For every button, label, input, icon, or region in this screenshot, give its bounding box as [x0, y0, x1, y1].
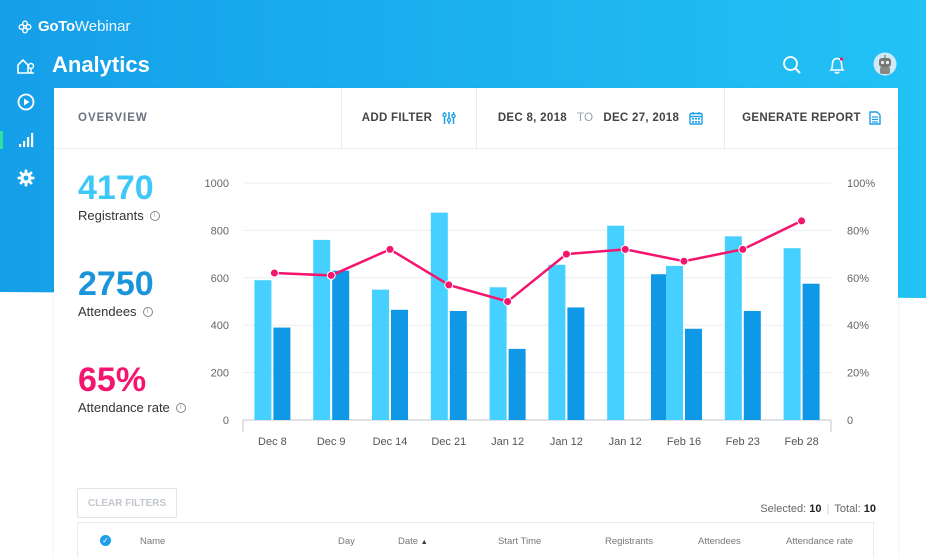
attendees-bar: [802, 283, 820, 420]
attendees-bar: [743, 310, 761, 420]
x-tick-label: Jan 12: [491, 436, 524, 448]
column-header-date-label: Date: [398, 536, 419, 547]
y2-tick-label: 40%: [847, 320, 869, 332]
column-header-registrants[interactable]: Registrants: [605, 536, 653, 547]
brand-name-light: Webinar: [74, 18, 131, 35]
total-count: 10: [863, 503, 876, 515]
y-tick-label: 600: [211, 273, 229, 285]
y-tick-label: 1000: [205, 178, 229, 190]
attendance-rate-point: [385, 244, 395, 254]
registrants-bar: [783, 248, 801, 420]
play-circle-icon: [17, 93, 35, 111]
sidebar-item-webinars[interactable]: [16, 92, 36, 112]
attendance-rate-point: [797, 216, 807, 226]
search-button[interactable]: [781, 54, 803, 76]
search-icon: [783, 56, 801, 74]
analytics-chart: 0 200 400 600 800 1000 0 20% 40% 60% 80% 100% Dec 8 D…: [205, 178, 876, 448]
x-tick-label: Feb 16: [667, 436, 701, 448]
x-tick-label: Dec 9: [317, 436, 346, 448]
registrants-bar: [607, 225, 625, 420]
overview-card: OVERVIEW ADD FILTER DEC 8, 2018 TO DEC 2…: [54, 88, 898, 558]
x-tick-label: Jan 12: [550, 436, 583, 448]
registrants-bar: [430, 212, 448, 420]
registrants-bar: [666, 265, 683, 420]
attendance-rate-point: [561, 249, 571, 259]
attendees-bar: [332, 270, 350, 420]
selected-count: 10: [809, 503, 822, 515]
attendance-rate-point: [503, 297, 513, 306]
home-icon: [17, 58, 35, 74]
attendees-bar: [273, 327, 291, 420]
column-header-name[interactable]: Name: [140, 536, 165, 547]
registrants-bar: [489, 287, 507, 420]
table-header: ✓ Name Day Date ▲ Start Time Registrants…: [77, 522, 874, 558]
sidebar-active-indicator: [0, 131, 3, 149]
avatar-robot-icon: [873, 52, 897, 76]
attendees-bar: [449, 310, 467, 420]
sidebar-item-settings[interactable]: [16, 168, 36, 188]
y2-tick-label: 20%: [847, 368, 869, 380]
attendance-rate-point: [269, 268, 279, 278]
page-title: Analytics: [52, 52, 150, 77]
gear-icon: [17, 169, 35, 187]
bar-signal-icon: [19, 133, 34, 147]
attendees-bar: [651, 274, 668, 420]
attendance-rate-point: [444, 280, 454, 290]
attendees-bar: [508, 348, 526, 420]
sidebar-item-analytics[interactable]: [16, 130, 36, 150]
x-tick-label: Dec 8: [258, 436, 287, 448]
registrants-bar: [548, 264, 566, 420]
brand-name-bold: GoTo: [38, 18, 75, 35]
attendance-rate-point: [679, 256, 689, 266]
selected-label: Selected:: [760, 503, 807, 515]
attendance-rate-line: [274, 219, 803, 303]
registrants-bar: [254, 280, 272, 420]
y2-tick-label: 100%: [847, 178, 875, 190]
brand-logo[interactable]: GoTo Webinar: [18, 18, 130, 35]
attendees-bar: [567, 307, 585, 420]
attendance-rate-point: [326, 270, 336, 280]
column-header-start-time[interactable]: Start Time: [498, 536, 541, 547]
y-tick-label: 400: [211, 320, 229, 332]
y-tick-label: 800: [211, 225, 229, 237]
y-tick-label: 0: [223, 415, 229, 427]
attendees-bar: [685, 328, 702, 420]
registrants-bar: [313, 239, 331, 420]
y2-tick-label: 0: [847, 415, 853, 427]
selection-summary: Selected: 10 | Total: 10: [760, 503, 876, 515]
notifications-button[interactable]: [826, 54, 848, 76]
y2-tick-label: 80%: [847, 225, 869, 237]
select-all-checkbox[interactable]: ✓: [100, 535, 111, 546]
registrants-bar: [372, 289, 389, 420]
x-tick-label: Feb 23: [726, 436, 760, 448]
y-tick-label: 200: [211, 368, 229, 380]
column-header-date[interactable]: Date ▲: [398, 536, 428, 547]
user-avatar[interactable]: [873, 52, 897, 76]
attendance-rate-point: [620, 244, 630, 254]
total-label: Total:: [834, 503, 861, 515]
y2-tick-label: 60%: [847, 273, 869, 285]
x-tick-label: Feb 28: [784, 436, 818, 448]
sort-ascending-icon: ▲: [420, 539, 428, 546]
x-tick-label: Jan 12: [609, 436, 642, 448]
bell-icon: [829, 57, 845, 74]
registrants-bar: [724, 236, 742, 420]
attendees-bar: [391, 309, 408, 420]
column-header-attendees[interactable]: Attendees: [698, 536, 741, 547]
x-tick-label: Dec 14: [373, 436, 408, 448]
x-tick-label: Dec 21: [431, 436, 466, 448]
clear-filters-button[interactable]: CLEAR FILTERS: [77, 488, 177, 518]
column-header-day[interactable]: Day: [338, 536, 355, 547]
column-header-attendance-rate[interactable]: Attendance rate: [786, 536, 853, 547]
sidebar-item-home[interactable]: [16, 56, 36, 76]
gotowebinar-logo-icon: [18, 20, 32, 33]
attendance-rate-point: [738, 244, 748, 254]
